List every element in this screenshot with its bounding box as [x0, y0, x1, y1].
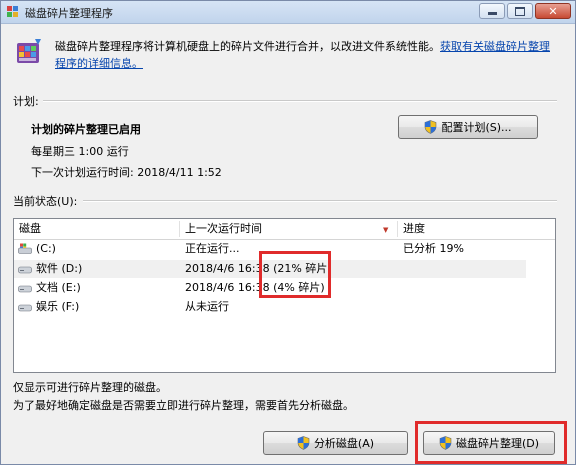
disk-last-run: 从未运行 [185, 300, 229, 313]
minimize-icon [487, 12, 497, 15]
window-title: 磁盘碎片整理程序 [25, 7, 113, 20]
disk-row-d[interactable]: 软件 (D:) 2018/4/6 16:38 (21% 碎片) [14, 260, 526, 278]
disk-last-run: 2018/4/6 16:38 (21% 碎片) [185, 262, 332, 275]
schedule-frequency: 每星期三 1:00 运行 [31, 145, 129, 158]
close-button[interactable]: ✕ [535, 3, 571, 19]
close-icon: ✕ [548, 4, 558, 18]
disk-name: (C:) [36, 242, 56, 255]
disk-progress: 已分析 19% [403, 242, 464, 255]
uac-shield-icon [439, 436, 452, 450]
disk-name: 文档 (E:) [36, 281, 81, 294]
disk-name: 娱乐 (F:) [36, 300, 80, 313]
schedule-group-label: 计划: [13, 95, 39, 108]
defragment-disk-label: 磁盘碎片整理(D) [455, 437, 540, 450]
schedule-status: 计划的碎片整理已启用 [31, 123, 141, 136]
defrag-app-icon [7, 6, 18, 17]
footnote-analyze-first: 为了最好地确定磁盘是否需要立即进行碎片整理，需要首先分析磁盘。 [13, 399, 354, 412]
disk-row-c[interactable]: (C:) 正在运行... 已分析 19% [14, 240, 555, 258]
maximize-button[interactable] [507, 3, 533, 19]
current-status-group-label: 当前状态(U): [13, 195, 78, 208]
disk-row-e[interactable]: 文档 (E:) 2018/4/6 16:38 (4% 碎片) [14, 279, 555, 297]
column-header-progress[interactable]: 进度 [398, 219, 555, 239]
hard-drive-icon [18, 304, 32, 312]
analyze-disk-button[interactable]: 分析磁盘(A) [263, 431, 408, 455]
hard-drive-icon [18, 285, 32, 293]
disk-list-header: 磁盘 上一次运行时间 ▼ 进度 [14, 219, 555, 240]
disk-list[interactable]: 磁盘 上一次运行时间 ▼ 进度 (C:) 正在运行... 已分析 19% 软件 … [13, 218, 556, 373]
intro-description: 磁盘碎片整理程序将计算机硬盘上的碎片文件进行合并，以改进文件系统性能。 [55, 40, 440, 53]
disk-row-f[interactable]: 娱乐 (F:) 从未运行 [14, 298, 555, 316]
defragment-disk-button[interactable]: 磁盘碎片整理(D) [423, 431, 555, 455]
maximize-icon [515, 6, 525, 16]
column-header-disk[interactable]: 磁盘 [14, 219, 179, 239]
analyze-disk-label: 分析磁盘(A) [313, 437, 375, 450]
hard-drive-icon [18, 266, 32, 274]
column-header-last-run[interactable]: 上一次运行时间 [180, 219, 397, 239]
uac-shield-icon [425, 120, 437, 134]
minimize-button[interactable] [479, 3, 505, 19]
disk-name: 软件 (D:) [36, 262, 83, 275]
sort-descending-icon: ▼ [383, 226, 389, 234]
disk-last-run: 正在运行... [185, 242, 240, 255]
schedule-next-run: 下一次计划运行时间: 2018/4/11 1:52 [31, 166, 222, 179]
configure-schedule-button[interactable]: 配置计划(S)... [398, 115, 538, 139]
title-bar[interactable]: 磁盘碎片整理程序 ✕ [1, 1, 575, 24]
defrag-window: 磁盘碎片整理程序 ✕ 磁盘碎片整理程序将计算机硬盘上的碎片文件进行合并，以改进文… [0, 0, 576, 465]
configure-schedule-label: 配置计划(S)... [441, 121, 512, 134]
footnote-supported-disks: 仅显示可进行碎片整理的磁盘。 [13, 381, 167, 394]
disk-last-run: 2018/4/6 16:38 (4% 碎片) [185, 281, 325, 294]
system-drive-icon [18, 243, 32, 254]
schedule-group-divider [43, 100, 557, 102]
current-status-group-divider [83, 200, 557, 202]
intro-text: 磁盘碎片整理程序将计算机硬盘上的碎片文件进行合并，以改进文件系统性能。获取有关磁… [55, 38, 560, 72]
uac-shield-icon [297, 436, 310, 450]
defrag-app-icon [17, 39, 41, 63]
